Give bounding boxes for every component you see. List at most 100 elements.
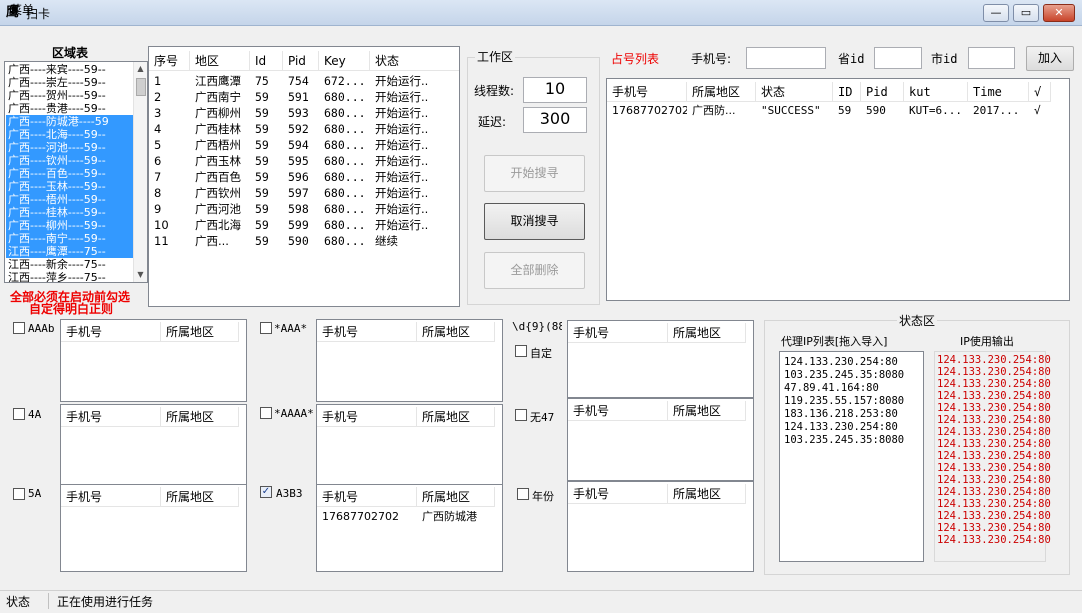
add-button[interactable]: 加入 xyxy=(1026,46,1074,71)
filter-checkbox[interactable] xyxy=(515,409,527,421)
proxy-list-item[interactable]: 124.133.230.254:80 xyxy=(784,421,898,434)
filter-table-header-phone[interactable]: 手机号 xyxy=(61,322,161,342)
task-table-header[interactable]: 状态 xyxy=(370,51,459,71)
table-row[interactable]: 11 广西... 59 590 680... 继续 xyxy=(149,233,459,249)
filter-table[interactable]: 手机号 所属地区 xyxy=(316,319,503,402)
filter-table-header-region[interactable]: 所属地区 xyxy=(417,407,495,427)
scroll-down-icon[interactable]: ▼ xyxy=(134,268,147,282)
table-row[interactable]: 3 广西柳州 59 593 680... 开始运行.. xyxy=(149,105,459,121)
table-row[interactable]: 17687702702 广西防... "SUCCESS" 59 590 KUT=6... 2… xyxy=(607,103,1051,119)
cancel-search-button[interactable]: 取消搜寻 xyxy=(484,203,585,240)
start-search-button[interactable]: 开始搜寻 xyxy=(484,155,585,192)
filter-checkbox[interactable]: ✓ xyxy=(260,486,272,498)
region-list-item[interactable]: 广西----河池----59-- xyxy=(6,141,133,154)
filter-checkbox[interactable] xyxy=(13,408,25,420)
close-button[interactable]: ✕ xyxy=(1043,4,1075,22)
region-list-item[interactable]: 广西----崇左----59-- xyxy=(6,76,133,89)
maximize-button[interactable]: ▭ xyxy=(1013,4,1039,22)
menu-item[interactable]: 菜单 xyxy=(10,1,34,18)
region-list-item[interactable]: 广西----百色----59-- xyxy=(6,167,133,180)
region-list-item[interactable]: 广西----贺州----59-- xyxy=(6,89,133,102)
region-list[interactable]: 广西----来宾----59-- 广西----崇左----59-- 广西----贺州… xyxy=(4,61,148,283)
proxy-list-item[interactable]: 119.235.55.157:8080 xyxy=(784,395,904,408)
filter-table-header-region[interactable]: 所属地区 xyxy=(161,322,239,342)
filter-table-header-region[interactable]: 所属地区 xyxy=(668,401,746,421)
title-bar[interactable] xyxy=(0,0,1082,26)
proxy-list-item[interactable]: 103.235.245.35:8080 xyxy=(784,369,904,382)
filter-checkbox[interactable] xyxy=(13,488,25,500)
filter-table-header-phone[interactable]: 手机号 xyxy=(317,322,417,342)
filter-table[interactable]: 手机号 所属地区 xyxy=(316,404,503,487)
table-row[interactable]: 4 广西桂林 59 592 680... 开始运行.. xyxy=(149,121,459,137)
region-list-item[interactable]: 广西----钦州----59-- xyxy=(6,154,133,167)
filter-table-header-phone[interactable]: 手机号 xyxy=(61,407,161,427)
filter-checkbox[interactable] xyxy=(260,322,272,334)
proxy-list-item[interactable]: 47.89.41.164:80 xyxy=(784,382,879,395)
filter-table[interactable]: 手机号 所属地区 xyxy=(567,481,754,572)
filter-checkbox[interactable] xyxy=(13,322,25,334)
region-list-item[interactable]: 江西----新余----75-- xyxy=(6,258,133,271)
ip-output-list[interactable]: 124.133.230.254:80 124.133.230.254:80 124.… xyxy=(934,351,1051,562)
filter-table-header-phone[interactable]: 手机号 xyxy=(568,401,668,421)
region-list-item[interactable]: 广西----北海----59-- xyxy=(6,128,133,141)
filter-table[interactable]: 手机号 所属地区 xyxy=(60,484,247,572)
filter-table-header-phone[interactable]: 手机号 xyxy=(568,484,668,504)
table-row[interactable]: 2 广西南宁 59 591 680... 开始运行.. xyxy=(149,89,459,105)
occupied-table-header[interactable]: Pid xyxy=(861,82,904,102)
filter-table-header-phone[interactable]: 手机号 xyxy=(568,323,668,343)
region-list-item[interactable]: 广西----柳州----59-- xyxy=(6,219,133,232)
phone-input[interactable] xyxy=(746,47,826,69)
table-row[interactable]: 1 江西鹰潭 75 754 672... 开始运行.. xyxy=(149,73,459,89)
filter-table-header-region[interactable]: 所属地区 xyxy=(668,323,746,343)
scroll-thumb[interactable] xyxy=(136,78,146,96)
table-row[interactable]: 6 广西玉林 59 595 680... 开始运行.. xyxy=(149,153,459,169)
filter-table-header-phone[interactable]: 手机号 xyxy=(61,487,161,507)
filter-table[interactable]: 手机号 所属地区 xyxy=(567,320,754,398)
filter-table[interactable]: 手机号 所属地区 xyxy=(60,319,247,402)
table-row[interactable]: 9 广西河池 59 598 680... 开始运行.. xyxy=(149,201,459,217)
filter-table[interactable]: 手机号 所属地区 17687702702 广西防城港 xyxy=(316,484,503,572)
filter-table[interactable]: 手机号 所属地区 xyxy=(567,398,754,481)
delete-all-button[interactable]: 全部删除 xyxy=(484,252,585,289)
proxy-list[interactable]: 124.133.230.254:80 103.235.245.35:8080 47.… xyxy=(779,351,924,562)
filter-table-header-phone[interactable]: 手机号 xyxy=(317,487,417,507)
filter-table[interactable]: 手机号 所属地区 xyxy=(60,404,247,487)
task-table-header[interactable]: 序号 xyxy=(149,51,190,71)
region-list-item[interactable]: 广西----玉林----59-- xyxy=(6,180,133,193)
filter-checkbox[interactable] xyxy=(260,407,272,419)
filter-table-header-phone[interactable]: 手机号 xyxy=(317,407,417,427)
occupied-table-header[interactable]: kut xyxy=(904,82,968,102)
table-row[interactable]: 7 广西百色 59 596 680... 开始运行.. xyxy=(149,169,459,185)
filter-table-header-region[interactable]: 所属地区 xyxy=(668,484,746,504)
region-list-item[interactable]: 广西----防城港----59 xyxy=(6,115,133,128)
threads-input[interactable]: 10 xyxy=(523,77,587,103)
task-table-header[interactable]: 地区 xyxy=(190,51,250,71)
minimize-button[interactable]: — xyxy=(983,4,1009,22)
task-table-header[interactable]: Key xyxy=(319,51,370,71)
filter-checkbox[interactable] xyxy=(515,345,527,357)
region-list-item[interactable]: 广西----来宾----59-- xyxy=(6,63,133,76)
occupied-table-header[interactable]: √ xyxy=(1029,82,1051,102)
occupied-table[interactable]: 手机号 所属地区 状态 ID Pid kut Time √ 17687702702 广西防... "… xyxy=(606,78,1070,301)
proxy-list-item[interactable]: 183.136.218.253:80 xyxy=(784,408,898,421)
filter-table-header-region[interactable]: 所属地区 xyxy=(161,407,239,427)
province-id-input[interactable] xyxy=(874,47,922,69)
region-list-item[interactable]: 广西----桂林----59-- xyxy=(6,206,133,219)
occupied-table-header[interactable]: Time xyxy=(968,82,1029,102)
proxy-list-item[interactable]: 124.133.230.254:80 xyxy=(784,356,898,369)
scroll-up-icon[interactable]: ▲ xyxy=(134,62,147,76)
task-table[interactable]: 序号 地区 Id Pid Key 状态 1 江西鹰潭 75 754 672... 开始运行.. 2 广西南… xyxy=(148,46,460,307)
filter-checkbox[interactable] xyxy=(517,488,529,500)
table-row[interactable]: 8 广西钦州 59 597 680... 开始运行.. xyxy=(149,185,459,201)
task-table-header[interactable]: Pid xyxy=(283,51,319,71)
filter-table-header-region[interactable]: 所属地区 xyxy=(417,322,495,342)
table-row[interactable]: 5 广西梧州 59 594 680... 开始运行.. xyxy=(149,137,459,153)
occupied-table-header[interactable]: 状态 xyxy=(756,82,833,102)
region-list-item[interactable]: 广西----贵港----59-- xyxy=(6,102,133,115)
filter-table-header-region[interactable]: 所属地区 xyxy=(417,487,495,507)
region-list-item[interactable]: 江西----萍乡----75-- xyxy=(6,271,133,282)
region-list-item[interactable]: 江西----鹰潭----75-- xyxy=(6,245,133,258)
occupied-table-header[interactable]: 所属地区 xyxy=(687,82,756,102)
delay-input[interactable]: 300 xyxy=(523,107,587,133)
region-scrollbar[interactable]: ▲ ▼ xyxy=(133,62,147,282)
